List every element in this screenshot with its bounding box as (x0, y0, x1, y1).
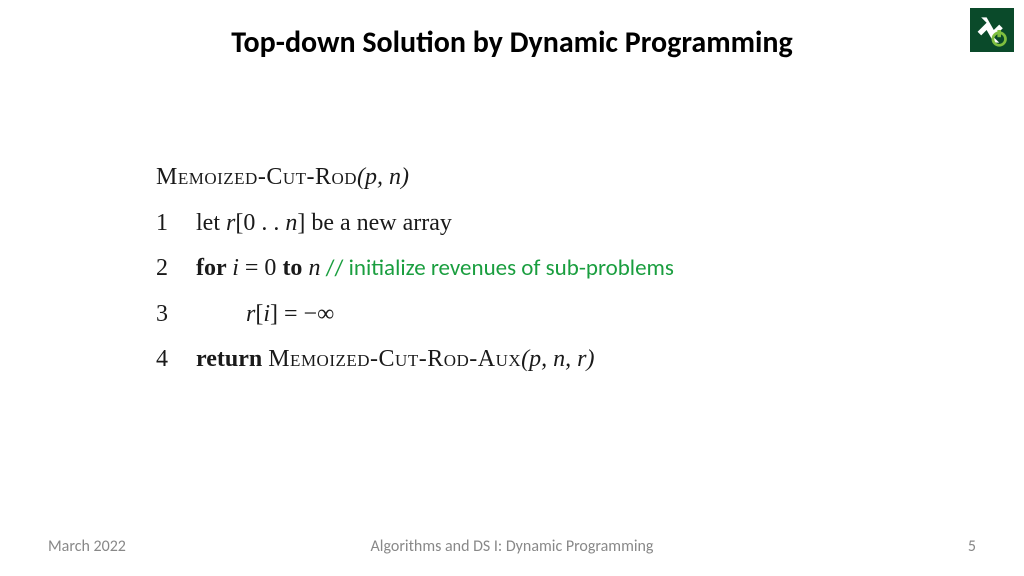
function-header: Memoized-Cut-Rod(p, n) (156, 155, 674, 201)
slide-footer: March 2022 Algorithms and DS I: Dynamic … (0, 537, 1024, 556)
code-line-4: 4 return Memoized-Cut-Rod-Aux(p, n, r) (156, 337, 674, 383)
function-args: (p, n) (357, 155, 409, 201)
code-text: let r[0 . . n] be a new array (196, 201, 452, 247)
code-text: r[i] = −∞ (196, 292, 334, 338)
footer-course: Algorithms and DS I: Dynamic Programming (371, 537, 654, 556)
line-number: 1 (156, 201, 196, 247)
line-number: 4 (156, 337, 196, 383)
code-text: for i = 0 to n // initialize revenues of… (196, 246, 674, 292)
code-comment: // initialize revenues of sub-problems (320, 254, 673, 282)
slide-title: Top-down Solution by Dynamic Programming (0, 24, 1024, 61)
function-name: Memoized-Cut-Rod (156, 155, 357, 201)
code-text: return Memoized-Cut-Rod-Aux(p, n, r) (196, 337, 594, 383)
line-number: 3 (156, 292, 196, 338)
footer-page-number: 5 (968, 537, 976, 556)
code-line-2: 2 for i = 0 to n // initialize revenues … (156, 246, 674, 292)
pseudocode-block: Memoized-Cut-Rod(p, n) 1 let r[0 . . n] … (156, 155, 674, 383)
code-line-1: 1 let r[0 . . n] be a new array (156, 201, 674, 247)
footer-date: March 2022 (48, 537, 126, 556)
line-number: 2 (156, 246, 196, 292)
code-line-3: 3 r[i] = −∞ (156, 292, 674, 338)
